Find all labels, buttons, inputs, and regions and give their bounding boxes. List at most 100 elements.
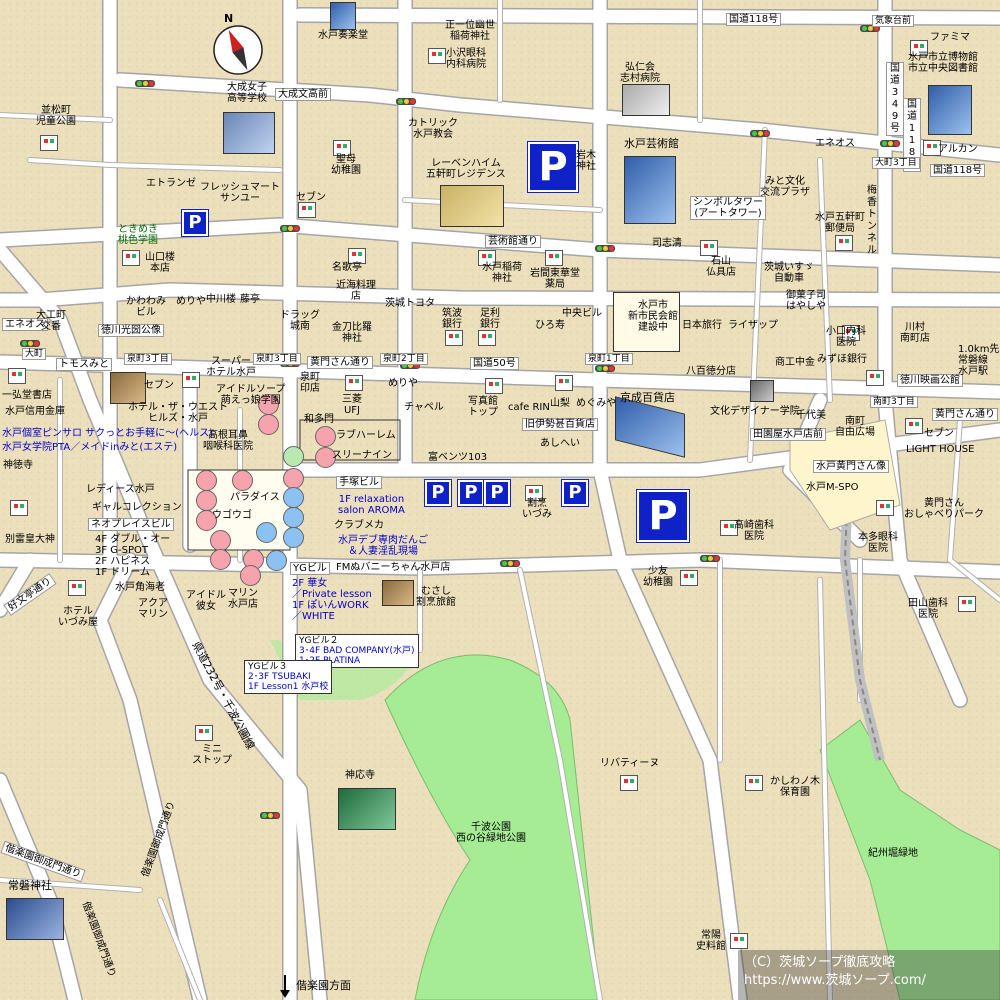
- shop-marker[interactable]: [232, 470, 253, 491]
- place-label[interactable]: パラダイス: [230, 492, 280, 503]
- place-label[interactable]: めぐみや: [576, 398, 616, 409]
- shop-marker[interactable]: [283, 468, 304, 489]
- place-label[interactable]: 水戸M-SPO: [806, 482, 859, 493]
- place-label[interactable]: 文化デザイナー学院: [710, 406, 800, 417]
- place-label[interactable]: 水戸芸術館: [624, 138, 679, 150]
- shop-marker[interactable]: [258, 414, 279, 435]
- place-label[interactable]: 弘仁会 志村病院: [620, 62, 660, 84]
- place-label[interactable]: ホテル いづみ屋: [58, 606, 98, 628]
- place-label[interactable]: 茨城トヨタ: [385, 298, 435, 309]
- shop-marker[interactable]: [210, 530, 231, 551]
- place-label[interactable]: 割烹 いづみ: [522, 498, 552, 520]
- place-label[interactable]: スーパー ホテル水戸: [206, 356, 256, 378]
- place-label[interactable]: フレッシュマート サンユー: [200, 182, 280, 204]
- place-label[interactable]: あしへい: [540, 438, 580, 449]
- place-label[interactable]: 田山歯科 医院: [908, 598, 948, 620]
- place-label[interactable]: 小口内科 医院: [826, 326, 866, 348]
- shop-marker[interactable]: [266, 550, 287, 571]
- place-label[interactable]: 高崎歯科 医院: [734, 520, 774, 542]
- place-label[interactable]: 常磐神社: [8, 880, 52, 892]
- place-label[interactable]: トモスみと: [56, 358, 112, 371]
- place-label[interactable]: エネオス: [815, 138, 855, 149]
- place-label[interactable]: ギャルコレクション: [92, 502, 182, 513]
- place-label[interactable]: ネオプレイスビル: [88, 518, 174, 531]
- shop-marker[interactable]: [256, 522, 277, 543]
- place-label[interactable]: チャペル: [404, 402, 444, 413]
- place-label[interactable]: 千代美: [796, 410, 826, 421]
- place-label[interactable]: 八百徳分店: [686, 366, 736, 377]
- place-label[interactable]: レーベンハイム 五軒町レジデンス: [426, 158, 506, 180]
- place-label[interactable]: 石山 仏具店: [706, 256, 736, 278]
- place-label[interactable]: みと文化 交流プラザ: [760, 176, 810, 198]
- place-label[interactable]: 三菱 UFJ: [342, 394, 362, 416]
- place-label[interactable]: 水戸信用金庫: [5, 406, 65, 417]
- place-label[interactable]: ファミマ: [930, 32, 970, 43]
- place-label[interactable]: 司志清: [652, 238, 682, 249]
- place-label[interactable]: シンボルタワー (アートタワー): [690, 196, 766, 220]
- yg-bld3-label[interactable]: YGビル３ 2･3F TSUBAKI 1F Lesson1 水戸校: [244, 660, 333, 694]
- place-label[interactable]: 御菓子司 はやしや: [786, 290, 826, 312]
- shop-marker[interactable]: [196, 470, 217, 491]
- place-label[interactable]: 神徳寺: [3, 460, 33, 471]
- shop-marker[interactable]: [283, 527, 304, 548]
- place-label[interactable]: 水戸奏楽堂: [318, 30, 368, 41]
- shop-marker[interactable]: [196, 490, 217, 511]
- place-label[interactable]: 山口楼 本店: [145, 252, 175, 274]
- place-label[interactable]: 1.0km先 常磐線 水戸駅: [958, 344, 999, 377]
- place-label[interactable]: スリーナイン: [332, 450, 392, 461]
- place-label[interactable]: 神応寺: [345, 770, 375, 781]
- shop-marker[interactable]: [283, 487, 304, 508]
- place-label[interactable]: cafe RIN: [508, 402, 550, 413]
- place-label[interactable]: 聖母 幼稚園: [331, 154, 361, 176]
- shop-marker[interactable]: [315, 426, 336, 447]
- place-label[interactable]: 富ベンツ103: [428, 452, 487, 463]
- place-label[interactable]: 1F relaxation salon AROMA: [338, 494, 405, 516]
- ad-text-line[interactable]: 水戸女学院PTA／メイドinみと(エステ): [2, 442, 177, 453]
- place-label[interactable]: 小沢眼科 内科病院: [446, 48, 486, 70]
- shop-marker[interactable]: [210, 549, 231, 570]
- place-label[interactable]: 写真館 トップ: [468, 396, 498, 418]
- place-label[interactable]: 徳川映画公館: [897, 374, 963, 387]
- ad-text-line[interactable]: 水戸個室ピンサロ サクっとお手軽に～(ヘルス): [2, 428, 213, 439]
- place-label[interactable]: 商工中金: [775, 357, 815, 368]
- place-label[interactable]: 中央ビル: [562, 308, 602, 319]
- place-label[interactable]: 4F ダブル・オー 3F G-SPOT 2F ハピネス 1F ドリーム: [95, 534, 170, 578]
- place-label[interactable]: セブン: [924, 428, 954, 439]
- place-label[interactable]: 岩木 神社: [576, 150, 596, 172]
- place-label[interactable]: 一弘堂書店: [2, 390, 52, 401]
- shop-marker[interactable]: [283, 446, 304, 467]
- place-label[interactable]: みずほ銀行: [817, 354, 867, 365]
- place-label[interactable]: 少友 幼稚園: [643, 566, 673, 588]
- place-label[interactable]: 手塚ビル: [336, 476, 382, 489]
- place-label[interactable]: 京成百貨店: [620, 392, 675, 404]
- place-label[interactable]: マリン 水戸店: [228, 588, 258, 610]
- shop-marker[interactable]: [240, 565, 261, 586]
- place-label[interactable]: アイドル 彼女: [186, 590, 226, 612]
- place-label[interactable]: アイドルソープ 萌えっ娘学園: [216, 384, 285, 406]
- place-label[interactable]: 別雷皇大神: [5, 534, 55, 545]
- place-label[interactable]: 田園屋水戸店前: [750, 428, 826, 441]
- place-label[interactable]: かわわみ ビル: [126, 296, 166, 318]
- place-label[interactable]: FMぬバニーちゃん水戸店: [336, 562, 450, 573]
- place-label[interactable]: 水戸市 新市民会館 建設中: [628, 300, 678, 333]
- place-label[interactable]: ミニ ストップ: [192, 744, 232, 766]
- place-label[interactable]: ドラッグ 城南: [280, 310, 320, 332]
- place-label[interactable]: かしわノ木 保育園: [770, 776, 820, 798]
- place-label[interactable]: 泉町 印店: [300, 372, 320, 394]
- map-canvas[interactable]: N P P P P P P P 国道118号 国道118号 国道349号 国道1…: [0, 0, 1000, 1000]
- place-label[interactable]: 旧伊勢甚百貨店: [522, 418, 598, 431]
- place-label[interactable]: 2F 華女 ／Private lesson 1F ぽいんWORK ／WHITE: [292, 578, 372, 622]
- place-label[interactable]: 千波公園 西の谷緑地公園: [456, 822, 526, 844]
- place-label[interactable]: カトリック 水戸教会: [408, 118, 458, 140]
- place-label[interactable]: アクア マリン: [138, 598, 168, 620]
- place-label[interactable]: 本多眼科 医院: [858, 532, 898, 554]
- place-label[interactable]: セブン: [144, 380, 174, 391]
- place-label[interactable]: 大成女子 高等学校: [227, 82, 267, 104]
- place-label[interactable]: 山梨: [550, 398, 570, 409]
- place-label[interactable]: 藤亭: [240, 294, 260, 305]
- place-label[interactable]: クラブメカ: [334, 520, 384, 531]
- place-label[interactable]: リバティーヌ: [600, 758, 659, 769]
- place-label[interactable]: 水戸稲荷 神社: [482, 262, 522, 284]
- place-label[interactable]: エトランゼ: [146, 178, 196, 189]
- place-label[interactable]: 岩間東華堂 薬局: [530, 268, 580, 290]
